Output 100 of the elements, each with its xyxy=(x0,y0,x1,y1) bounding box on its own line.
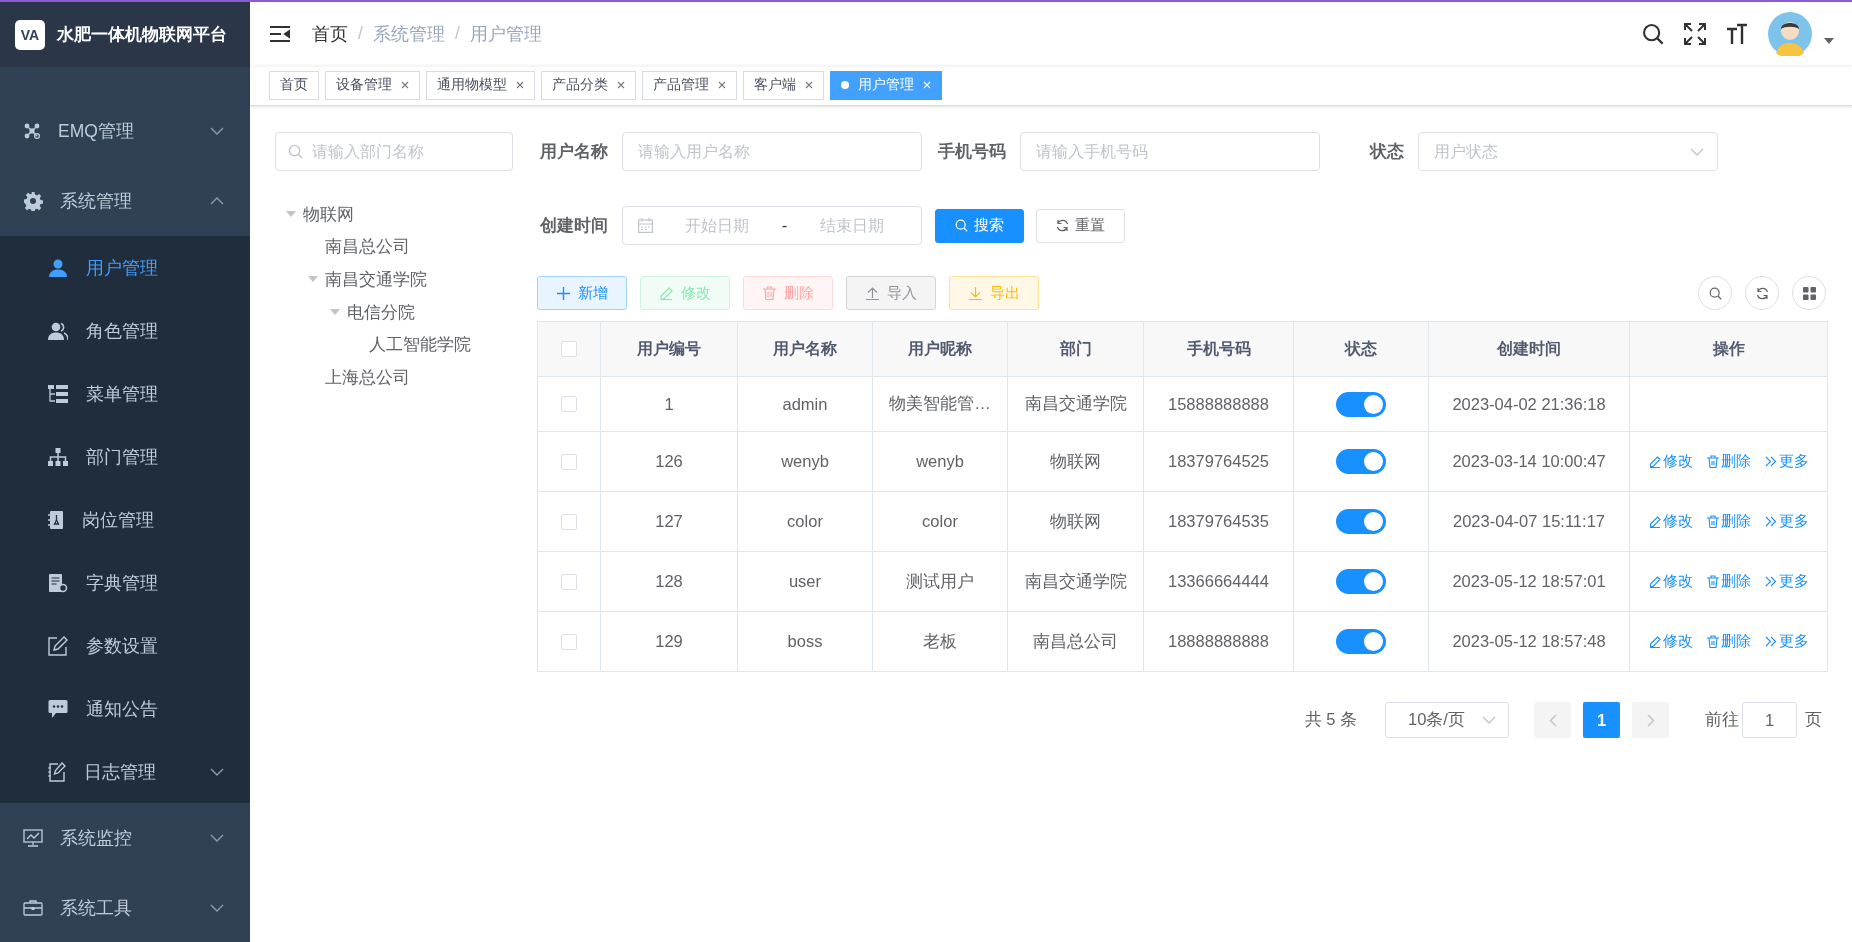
checkbox[interactable] xyxy=(561,453,577,470)
breadcrumb-link[interactable]: 首页 xyxy=(312,21,348,46)
table-cell: 18379764535 xyxy=(1143,491,1294,552)
sidebar-item[interactable]: 参数设置 xyxy=(0,614,250,677)
sidebar-item[interactable]: 用户管理 xyxy=(0,236,250,299)
tab[interactable]: 通用物模型 xyxy=(426,70,535,100)
close-icon[interactable] xyxy=(805,81,813,89)
checkbox[interactable] xyxy=(561,341,577,357)
field-label: 状态 xyxy=(1368,140,1405,162)
sidebar-item[interactable]: 系统监控 xyxy=(0,803,250,873)
sidebar-item[interactable]: 字典管理 xyxy=(0,551,250,614)
sidebar-item[interactable]: 通知公告 xyxy=(0,677,250,740)
field-label: 用户名称 xyxy=(539,140,609,162)
table-cell: color xyxy=(737,491,873,552)
edit-icon xyxy=(48,635,68,656)
more-link[interactable]: 更多 xyxy=(1764,632,1809,651)
tab[interactable]: 首页 xyxy=(269,70,319,100)
toggle-switch[interactable] xyxy=(1336,629,1386,654)
page-size-select[interactable]: 10条/页 xyxy=(1385,702,1509,738)
double-chevron-right-icon xyxy=(1764,456,1777,467)
pencil-icon xyxy=(1648,455,1661,468)
edit-link[interactable]: 修改 xyxy=(1648,632,1693,651)
table-cell: 2023-04-02 21:36:18 xyxy=(1428,376,1630,432)
checkbox[interactable] xyxy=(561,633,577,650)
edit-link[interactable]: 修改 xyxy=(1648,452,1693,471)
input-field[interactable]: 请输入手机号码 xyxy=(1020,132,1320,171)
sidebar-item[interactable]: 系统管理 xyxy=(0,166,250,236)
checkbox[interactable] xyxy=(561,573,577,590)
delete-link[interactable]: 删除 xyxy=(1706,512,1751,531)
table-cell: 18379764525 xyxy=(1143,431,1294,492)
close-icon[interactable] xyxy=(401,81,409,89)
sidebar-item[interactable]: 部门管理 xyxy=(0,425,250,488)
table-cell: 2023-03-14 10:00:47 xyxy=(1428,431,1630,492)
tree-node[interactable]: 物联网 xyxy=(303,202,354,226)
end-date-input[interactable]: 结束日期 xyxy=(797,215,906,236)
toggle-switch[interactable] xyxy=(1336,391,1386,417)
tab[interactable]: 产品管理 xyxy=(642,70,737,100)
plus-icon xyxy=(556,286,570,300)
reset-button[interactable]: 重置 xyxy=(1036,208,1125,243)
avatar-icon[interactable] xyxy=(1768,11,1812,56)
date-range-field[interactable]: 开始日期 - 结束日期 xyxy=(622,206,922,245)
tree-node[interactable]: 上海总公司 xyxy=(325,365,410,389)
edit-link[interactable]: 修改 xyxy=(1648,512,1693,531)
toggle-switch[interactable] xyxy=(1336,509,1386,534)
logo: VA xyxy=(15,19,45,50)
search-icon xyxy=(1708,286,1722,300)
table-cell: 南昌总公司 xyxy=(1007,611,1144,672)
tab[interactable]: 客户端 xyxy=(743,70,824,100)
sidebar-item[interactable]: 日志管理 xyxy=(0,740,250,803)
status-select[interactable]: 用户状态 xyxy=(1418,132,1718,171)
sidebar-item[interactable]: 岗位管理 xyxy=(0,488,250,551)
fullscreen-icon[interactable] xyxy=(1684,22,1706,45)
table-cell: 测试用户 xyxy=(872,551,1008,612)
column-header: 部门 xyxy=(1007,321,1144,377)
checkbox[interactable] xyxy=(561,396,577,412)
delete-link[interactable]: 删除 xyxy=(1706,452,1751,471)
table-cell: 18888888888 xyxy=(1143,611,1294,672)
page-input[interactable]: 1 xyxy=(1742,702,1797,738)
text-size-icon[interactable] xyxy=(1726,22,1748,45)
breadcrumb-separator: / xyxy=(358,23,363,44)
start-date-input[interactable]: 开始日期 xyxy=(663,215,772,236)
hierarchy-icon xyxy=(48,447,68,466)
toggle-switch[interactable] xyxy=(1336,449,1386,474)
delete-link[interactable]: 删除 xyxy=(1706,632,1751,651)
close-icon[interactable] xyxy=(718,81,726,89)
delete-link[interactable]: 删除 xyxy=(1706,572,1751,591)
table-cell: wenyb xyxy=(872,431,1008,492)
sidebar-item[interactable]: 系统工具 xyxy=(0,873,250,942)
more-link[interactable]: 更多 xyxy=(1764,572,1809,591)
menu-icon[interactable] xyxy=(270,25,290,42)
tree-node[interactable]: 电信分院 xyxy=(347,300,415,324)
more-link[interactable]: 更多 xyxy=(1764,512,1809,531)
column-header: 创建时间 xyxy=(1428,321,1630,377)
table-cell: 南昌交通学院 xyxy=(1007,376,1144,432)
search-icon xyxy=(1642,22,1664,45)
tree-node[interactable]: 南昌交通学院 xyxy=(325,268,427,291)
tree-node[interactable]: 人工智能学院 xyxy=(369,333,471,357)
tab[interactable]: 产品分类 xyxy=(541,70,636,100)
page-suffix: 页 xyxy=(1805,709,1822,730)
table-cell: 127 xyxy=(600,491,738,552)
checkbox[interactable] xyxy=(561,513,577,530)
badge-icon xyxy=(48,509,64,530)
sidebar-item[interactable]: 角色管理 xyxy=(0,299,250,362)
close-icon[interactable] xyxy=(617,81,625,89)
sidebar-item[interactable]: 菜单管理 xyxy=(0,362,250,425)
chevron-down-icon xyxy=(1690,148,1704,156)
edit-link[interactable]: 修改 xyxy=(1648,572,1693,591)
tab[interactable]: 设备管理 xyxy=(325,70,420,100)
input-field[interactable]: 请输入用户名称 xyxy=(622,132,922,171)
column-header: 用户编号 xyxy=(600,321,738,377)
more-link[interactable]: 更多 xyxy=(1764,452,1809,471)
sidebar-item[interactable]: EMQ管理 xyxy=(0,96,250,166)
chevron-down-icon xyxy=(1482,716,1496,724)
department-search-field[interactable]: 请输入部门名称 xyxy=(275,132,513,171)
upload-icon xyxy=(865,286,879,300)
table-cell: color xyxy=(872,491,1008,552)
tree-node[interactable]: 南昌总公司 xyxy=(325,235,410,259)
caret-down-icon[interactable] xyxy=(1824,37,1834,44)
close-icon[interactable] xyxy=(516,81,524,89)
toggle-switch[interactable] xyxy=(1336,569,1386,594)
